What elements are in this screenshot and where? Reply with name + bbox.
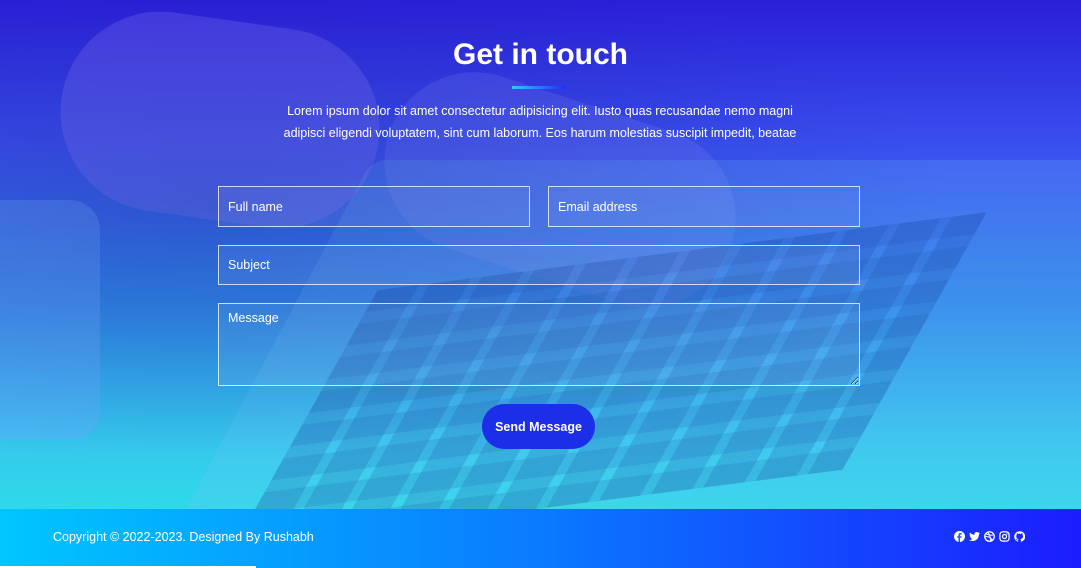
section-title: Get in touch	[453, 38, 628, 71]
contact-section: Get in touch Lorem ipsum dolor sit amet …	[0, 0, 1081, 509]
title-underline	[512, 86, 566, 89]
message-textarea[interactable]	[218, 303, 860, 386]
footer: Copyright © 2022-2023. Designed By Rusha…	[0, 509, 1081, 568]
twitter-icon[interactable]	[969, 531, 980, 542]
full-name-input[interactable]	[218, 186, 530, 227]
subject-input[interactable]	[218, 245, 860, 285]
instagram-icon[interactable]	[999, 531, 1010, 542]
email-input[interactable]	[548, 186, 860, 227]
dribbble-icon[interactable]	[984, 531, 995, 542]
facebook-icon[interactable]	[954, 531, 965, 542]
background-sleeve	[0, 200, 100, 440]
section-description: Lorem ipsum dolor sit amet consectetur a…	[283, 104, 797, 140]
social-links	[954, 531, 1025, 543]
github-icon[interactable]	[1014, 531, 1025, 542]
send-message-button[interactable]: Send Message	[482, 404, 595, 449]
copyright-text: Copyright © 2022-2023. Designed By Rusha…	[53, 530, 314, 544]
